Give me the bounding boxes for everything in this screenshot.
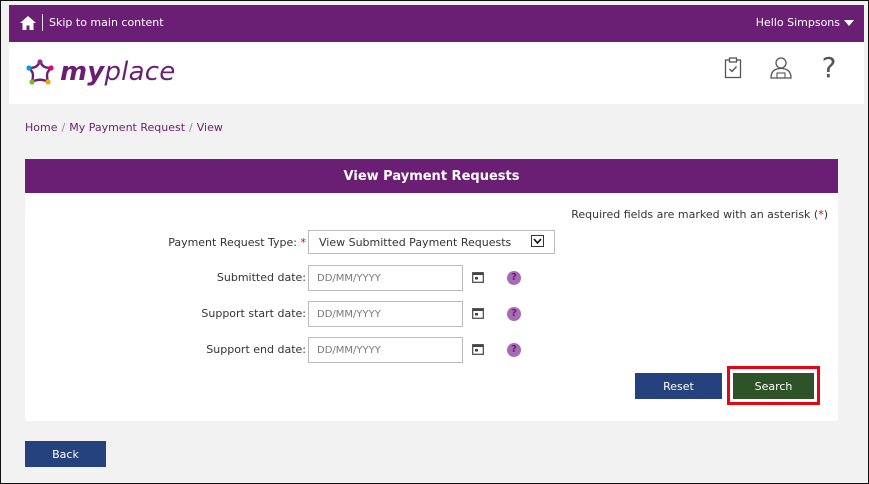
back-button[interactable]: Back xyxy=(25,441,106,467)
calendar-icon[interactable] xyxy=(472,343,484,355)
logo-text-light: place xyxy=(104,57,176,87)
home-icon[interactable] xyxy=(19,15,37,31)
payment-request-type-value: View Submitted Payment Requests xyxy=(319,236,512,249)
myplace-logo[interactable]: myplace xyxy=(24,57,175,87)
logo-text-bold: my xyxy=(60,57,105,87)
logo-text: myplace xyxy=(60,57,175,87)
search-form-panel: Required fields are marked with an aster… xyxy=(25,193,838,421)
required-note-suffix: ) xyxy=(823,208,828,221)
support-end-date-input[interactable]: DD/MM/YYYY xyxy=(308,337,463,363)
chevron-down-icon[interactable] xyxy=(531,235,544,247)
request-type-row: Payment Request Type: * View Submitted P… xyxy=(25,230,838,256)
breadcrumb-my-payment-request[interactable]: My Payment Request xyxy=(69,121,185,134)
submitted-date-label: Submitted date: xyxy=(216,271,306,284)
support-start-date-label: Support start date: xyxy=(201,307,306,320)
submitted-date-row: Submitted date: DD/MM/YYYY ? xyxy=(25,265,838,291)
divider xyxy=(42,14,43,31)
skip-to-main-content-link[interactable]: Skip to main content xyxy=(49,16,164,29)
breadcrumb-separator: / xyxy=(61,121,66,134)
caret-down-icon xyxy=(844,19,854,26)
request-type-label: Payment Request Type: * xyxy=(168,236,306,249)
top-bar: Skip to main content Hello Simpsons xyxy=(9,5,864,42)
star-logo-icon xyxy=(26,59,54,85)
breadcrumb-view: View xyxy=(196,121,223,134)
request-type-label-text: Payment Request Type: xyxy=(168,236,297,249)
payment-request-type-select[interactable]: View Submitted Payment Requests xyxy=(308,230,555,254)
search-button[interactable]: Search xyxy=(733,373,814,399)
required-asterisk: * xyxy=(300,236,307,249)
support-end-date-label: Support end date: xyxy=(206,343,306,356)
breadcrumb-home[interactable]: Home xyxy=(25,121,57,134)
profile-icon[interactable] xyxy=(768,54,794,82)
breadcrumb: Home / My Payment Request / View xyxy=(25,121,223,134)
help-icon[interactable]: ? xyxy=(816,54,842,82)
support-end-date-row: Support end date: DD/MM/YYYY ? xyxy=(25,337,838,363)
reset-button[interactable]: Reset xyxy=(635,373,722,399)
user-menu[interactable]: Hello Simpsons xyxy=(756,16,854,29)
user-menu-label: Hello Simpsons xyxy=(755,16,840,29)
support-start-date-input[interactable]: DD/MM/YYYY xyxy=(308,301,463,327)
help-badge-icon[interactable]: ? xyxy=(507,271,521,285)
help-glyph: ? xyxy=(821,51,837,84)
calendar-icon[interactable] xyxy=(472,271,484,283)
required-note-prefix: Required fields are marked with an aster… xyxy=(571,208,819,221)
clipboard-icon[interactable] xyxy=(720,54,746,82)
help-badge-icon[interactable]: ? xyxy=(507,307,521,321)
site-header: myplace ? xyxy=(9,42,864,104)
support-start-date-row: Support start date: DD/MM/YYYY ? xyxy=(25,301,838,327)
required-fields-note: Required fields are marked with an aster… xyxy=(571,208,828,221)
breadcrumb-separator: / xyxy=(189,121,193,134)
submitted-date-input[interactable]: DD/MM/YYYY xyxy=(308,265,463,291)
calendar-icon[interactable] xyxy=(472,307,484,319)
header-icons: ? xyxy=(720,54,842,82)
panel-title: View Payment Requests xyxy=(25,159,838,193)
help-badge-icon[interactable]: ? xyxy=(507,343,521,357)
